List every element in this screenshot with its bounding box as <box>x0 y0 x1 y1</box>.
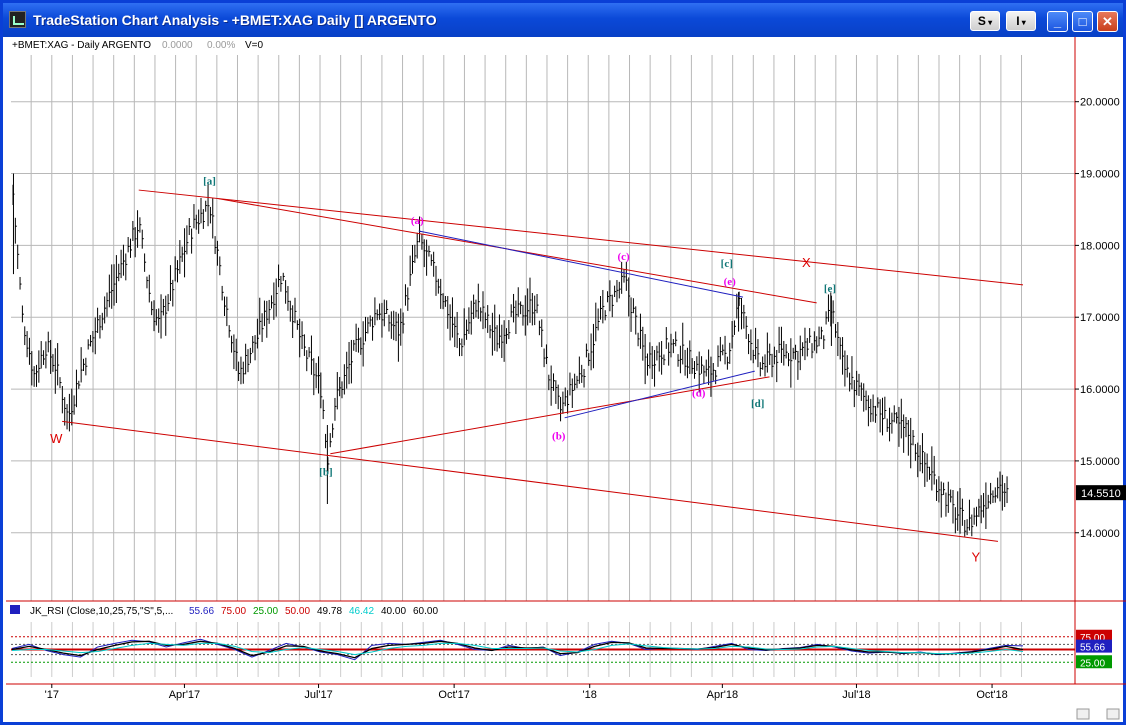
chevron-down-icon: ▾ <box>1019 18 1026 27</box>
scroll-left-icon <box>1076 708 1090 720</box>
chart-header-value: 0.00% <box>207 40 235 51</box>
chart-area[interactable]: +BMET:XAG - Daily ARGENTO 0.0000 0.00% V=0 1… <box>6 37 1126 725</box>
rsi-axis-badge-label: 25.00 <box>1080 658 1105 669</box>
wave-label: Y <box>972 549 981 564</box>
x-tick-label: '18 <box>583 689 597 701</box>
chart-window: TradeStation Chart Analysis - +BMET:XAG … <box>0 0 1126 725</box>
chart-app-icon[interactable] <box>9 11 26 28</box>
x-tick-label: Apr'17 <box>169 689 200 701</box>
wave-label: (c) <box>618 251 631 263</box>
y-tick-label: 20.0000 <box>1080 97 1120 109</box>
s-button-label: S <box>977 14 986 28</box>
wave-label: (a) <box>411 215 424 227</box>
rsi-header-value: 40.00 <box>381 606 406 617</box>
close-button[interactable]: ✕ <box>1097 11 1118 32</box>
y-tick-label: 19.0000 <box>1080 169 1120 181</box>
rsi-header-value: 50.00 <box>285 606 310 617</box>
x-tick-label: Apr'18 <box>707 689 738 701</box>
x-tick-label: Oct'17 <box>438 689 469 701</box>
wave-label: (d) <box>692 387 706 399</box>
wave-label: [a] <box>203 175 216 187</box>
x-tick-label: Jul'18 <box>842 689 870 701</box>
x-tick-label: Oct'18 <box>976 689 1007 701</box>
maximize-button[interactable]: □ <box>1072 11 1093 32</box>
indicator-icon <box>10 605 20 614</box>
chart-header-value: 0.0000 <box>162 40 193 51</box>
last-price-label: 14.5510 <box>1081 488 1121 500</box>
title-bar[interactable]: TradeStation Chart Analysis - +BMET:XAG … <box>3 3 1123 37</box>
x-tick-label: '17 <box>45 689 59 701</box>
minimize-button[interactable]: _ <box>1047 11 1068 32</box>
y-tick-label: 18.0000 <box>1080 240 1120 252</box>
y-tick-label: 17.0000 <box>1080 312 1120 324</box>
rsi-header-value: 75.00 <box>221 606 246 617</box>
i-menu-button[interactable]: I ▾ <box>1006 11 1036 31</box>
price-chart[interactable]: +BMET:XAG - Daily ARGENTO 0.0000 0.00% V=0 1… <box>6 37 1126 725</box>
rsi-axis-badge-label: 55.66 <box>1080 643 1105 654</box>
wave-label: [c] <box>721 258 733 270</box>
wave-label: (e) <box>724 276 737 288</box>
wave-label: [e] <box>824 283 836 295</box>
rsi-header-value: 46.42 <box>349 606 374 617</box>
scroll-right-icon <box>1106 708 1120 720</box>
rsi-header-value: 60.00 <box>413 606 438 617</box>
price-plot-bg <box>11 55 1075 601</box>
chart-header-value: V=0 <box>245 40 264 51</box>
x-tick-label: Jul'17 <box>304 689 332 701</box>
rsi-header-value: 25.00 <box>253 606 278 617</box>
wave-label: X <box>802 255 811 270</box>
y-tick-label: 14.0000 <box>1080 528 1120 540</box>
chart-header: +BMET:XAG - Daily ARGENTO <box>12 40 151 51</box>
wave-label: [d] <box>751 398 764 410</box>
s-menu-button[interactable]: S ▾ <box>970 11 1000 31</box>
window-title: TradeStation Chart Analysis - +BMET:XAG … <box>33 12 437 28</box>
rsi-header-value: 55.66 <box>189 606 214 617</box>
wave-label: [b] <box>319 466 332 478</box>
chevron-down-icon: ▾ <box>985 18 993 27</box>
wave-label: W <box>50 431 63 446</box>
rsi-header-value: 49.78 <box>317 606 342 617</box>
wave-label: (b) <box>552 430 566 442</box>
y-tick-label: 16.0000 <box>1080 384 1120 396</box>
y-tick-label: 15.0000 <box>1080 456 1120 468</box>
rsi-header: JK_RSI (Close,10,25,75,"S",5,... <box>30 606 173 617</box>
